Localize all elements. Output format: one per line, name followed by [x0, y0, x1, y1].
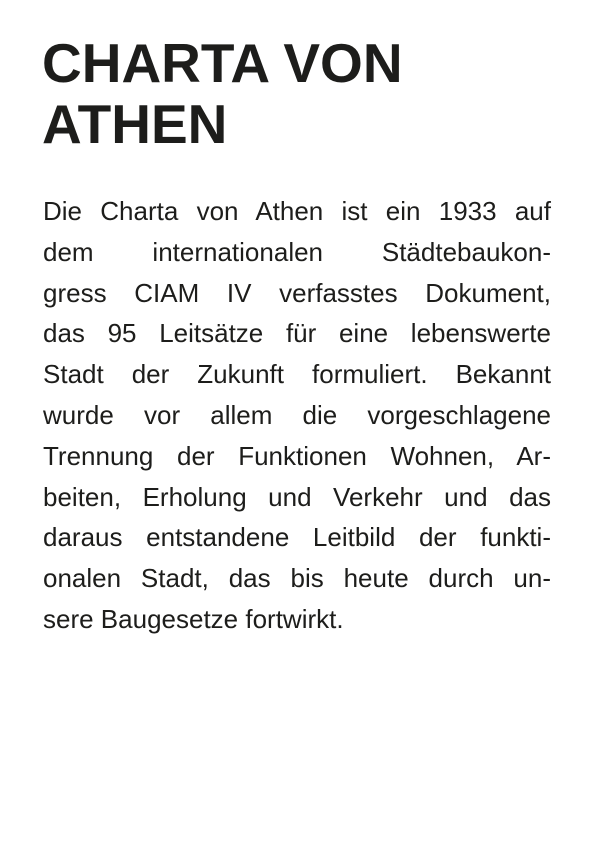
title-line: ATHEN	[42, 93, 228, 155]
paragraph-line: Stadt der Zukunft formuliert. Bekannt	[43, 359, 551, 390]
title-line: CHARTA VON	[42, 32, 403, 94]
body-paragraph: Die Charta von Athen ist ein 1933 auf de…	[43, 191, 551, 640]
paragraph-line: dem internationalen Städtebaukon-	[43, 236, 551, 267]
paragraph-line: das 95 Leitsätze für eine lebenswerte	[43, 318, 551, 349]
paragraph-line: onalen Stadt, das bis heute durch un-	[43, 563, 551, 594]
paragraph-line: Trennung der Funktionen Wohnen, Ar-	[43, 440, 551, 471]
page-title: CHARTA VON ATHEN	[42, 33, 562, 155]
paragraph-line: sere Baugesetze fortwirkt.	[43, 603, 344, 634]
paragraph-line: Die Charta von Athen ist ein 1933 auf	[43, 196, 551, 226]
document-page: CHARTA VON ATHEN Die Charta von Athen is…	[0, 0, 600, 846]
paragraph-line: beiten, Erholung und Verkehr und das	[43, 481, 551, 512]
paragraph-line: gress CIAM IV verfasstes Dokument,	[43, 277, 551, 308]
paragraph-line: daraus entstandene Leitbild der funkti-	[43, 522, 551, 553]
paragraph-line: wurde vor allem die vorgeschlagene	[43, 399, 551, 430]
